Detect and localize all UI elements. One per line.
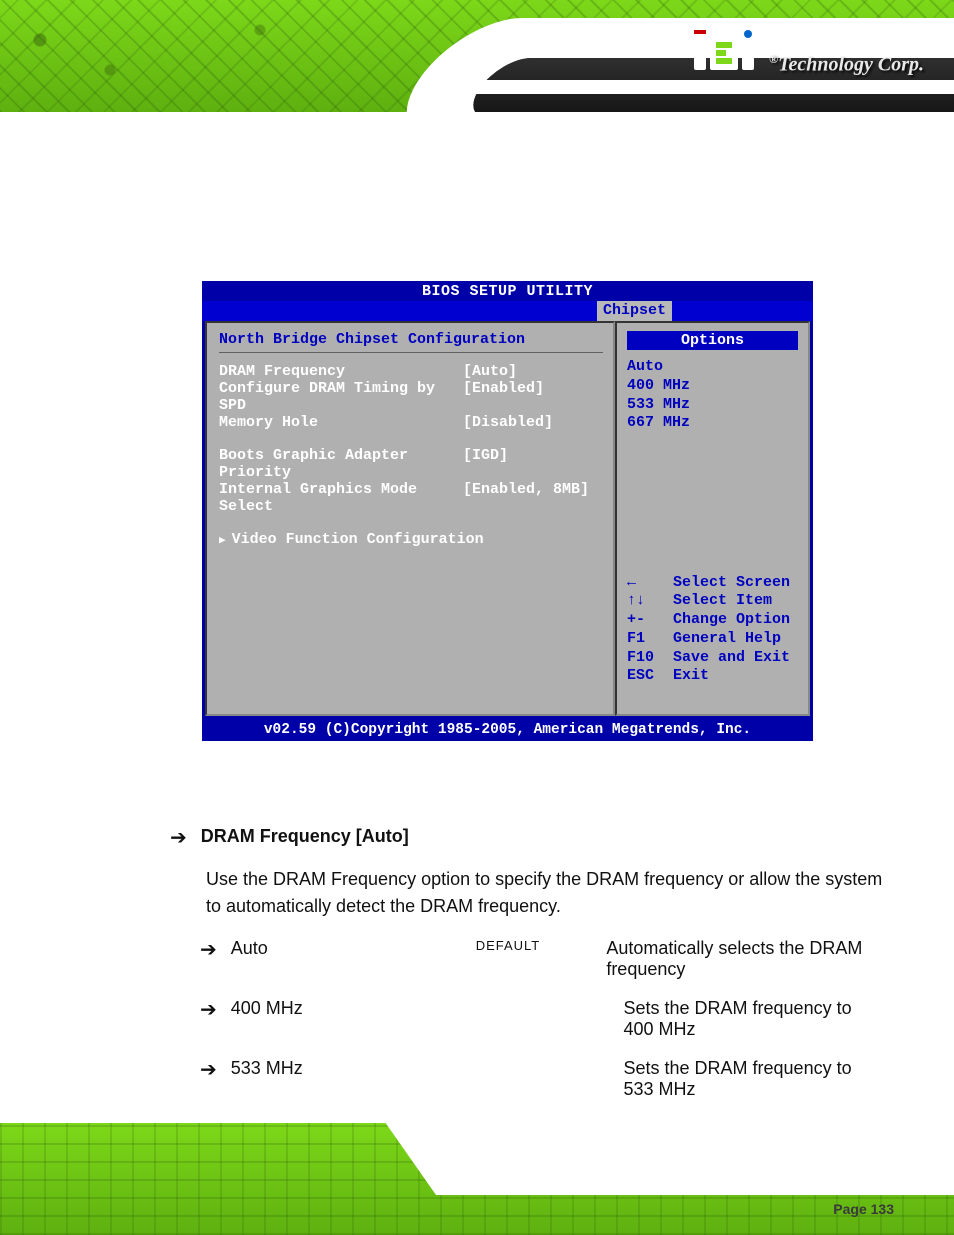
nav-help: ←Select Screen ↑↓Select Item +-Change Op…: [627, 574, 798, 687]
nav-action: Exit: [673, 667, 709, 686]
row-desc: Automatically selects the DRAM frequency: [606, 938, 884, 980]
setting-value: [Enabled, 8MB]: [463, 481, 589, 515]
header-banner: ®Technology Corp.: [0, 0, 954, 112]
arrow-right-icon: ➔: [170, 828, 187, 848]
bios-tab-chipset[interactable]: Chipset: [597, 301, 672, 321]
nav-action: General Help: [673, 630, 781, 649]
bios-title: BIOS SETUP UTILITY: [202, 281, 813, 301]
options-list: Auto 400 MHz 533 MHz 667 MHz: [627, 358, 798, 433]
bios-screenshot: BIOS SETUP UTILITY Chipset North Bridge …: [202, 281, 813, 739]
arrow-right-icon: ➔: [200, 1060, 217, 1080]
nav-action: Select Screen: [673, 574, 790, 593]
nav-action: Change Option: [673, 611, 790, 630]
option-item[interactable]: 400 MHz: [627, 377, 798, 396]
nav-action: Select Item: [673, 592, 772, 611]
brand-text: ®Technology Corp.: [769, 52, 924, 77]
body-intro: Use the DRAM Frequency option to specify…: [206, 866, 884, 920]
option-item[interactable]: Auto: [627, 358, 798, 377]
nav-key: ↑↓: [627, 592, 673, 611]
setting-row[interactable]: DRAM Frequency [Auto]: [219, 363, 603, 380]
setting-label: Boots Graphic Adapter Priority: [219, 447, 463, 481]
nav-key: F1: [627, 630, 673, 649]
submenu-label: Video Function Configuration: [232, 531, 484, 548]
row-label: Auto: [231, 938, 476, 959]
nav-key: F10: [627, 649, 673, 668]
setting-value: [Auto]: [463, 363, 517, 380]
row-desc: Sets the DRAM frequency to 533 MHz: [623, 1058, 884, 1100]
setting-value: [Disabled]: [463, 414, 553, 431]
nav-key: ←: [627, 574, 673, 593]
nav-key: +-: [627, 611, 673, 630]
setting-label: DRAM Frequency: [219, 363, 463, 380]
row-label: 400 MHz: [231, 998, 487, 1019]
row-desc: Sets the DRAM frequency to 400 MHz: [623, 998, 884, 1040]
bios-section-title: North Bridge Chipset Configuration: [219, 331, 603, 353]
setting-row[interactable]: Internal Graphics Mode Select [Enabled, …: [219, 481, 603, 515]
nav-action: Save and Exit: [673, 649, 790, 668]
options-header: Options: [627, 331, 798, 350]
option-item[interactable]: 533 MHz: [627, 396, 798, 415]
swoosh-thin: [435, 80, 954, 94]
setting-value: [IGD]: [463, 447, 508, 481]
bios-copyright: v02.59 (C)Copyright 1985-2005, American …: [202, 719, 813, 741]
bios-right-pane: Options Auto 400 MHz 533 MHz 667 MHz ←Se…: [615, 321, 810, 716]
bios-left-pane: North Bridge Chipset Configuration DRAM …: [205, 321, 615, 716]
arrow-right-icon: ➔: [200, 940, 217, 960]
brand-logo: [694, 30, 754, 76]
setting-value: [Enabled]: [463, 380, 544, 414]
row-label: 533 MHz: [231, 1058, 487, 1079]
submenu-item[interactable]: ▶ Video Function Configuration: [219, 531, 603, 548]
setting-row[interactable]: Boots Graphic Adapter Priority [IGD]: [219, 447, 603, 481]
setting-label: Configure DRAM Timing by SPD: [219, 380, 463, 414]
setting-row[interactable]: Configure DRAM Timing by SPD [Enabled]: [219, 380, 603, 414]
page-body: ➔ DRAM Frequency [Auto] Use the DRAM Fre…: [170, 800, 884, 1100]
body-heading: DRAM Frequency [Auto]: [201, 826, 409, 847]
setting-label: Internal Graphics Mode Select: [219, 481, 463, 515]
bios-tab-bar: Chipset: [202, 301, 813, 321]
setting-row[interactable]: Memory Hole [Disabled]: [219, 414, 603, 431]
option-item[interactable]: 667 MHz: [627, 414, 798, 433]
arrow-right-icon: ➔: [200, 1000, 217, 1020]
page-number: Page 133: [833, 1201, 894, 1217]
nav-key: ESC: [627, 667, 673, 686]
row-mid: DEFAULT: [476, 938, 607, 953]
setting-label: Memory Hole: [219, 414, 463, 431]
footer-banner: Page 133: [0, 1123, 954, 1235]
triangle-right-icon: ▶: [219, 533, 226, 547]
swoosh-white-bottom: [352, 1123, 954, 1195]
